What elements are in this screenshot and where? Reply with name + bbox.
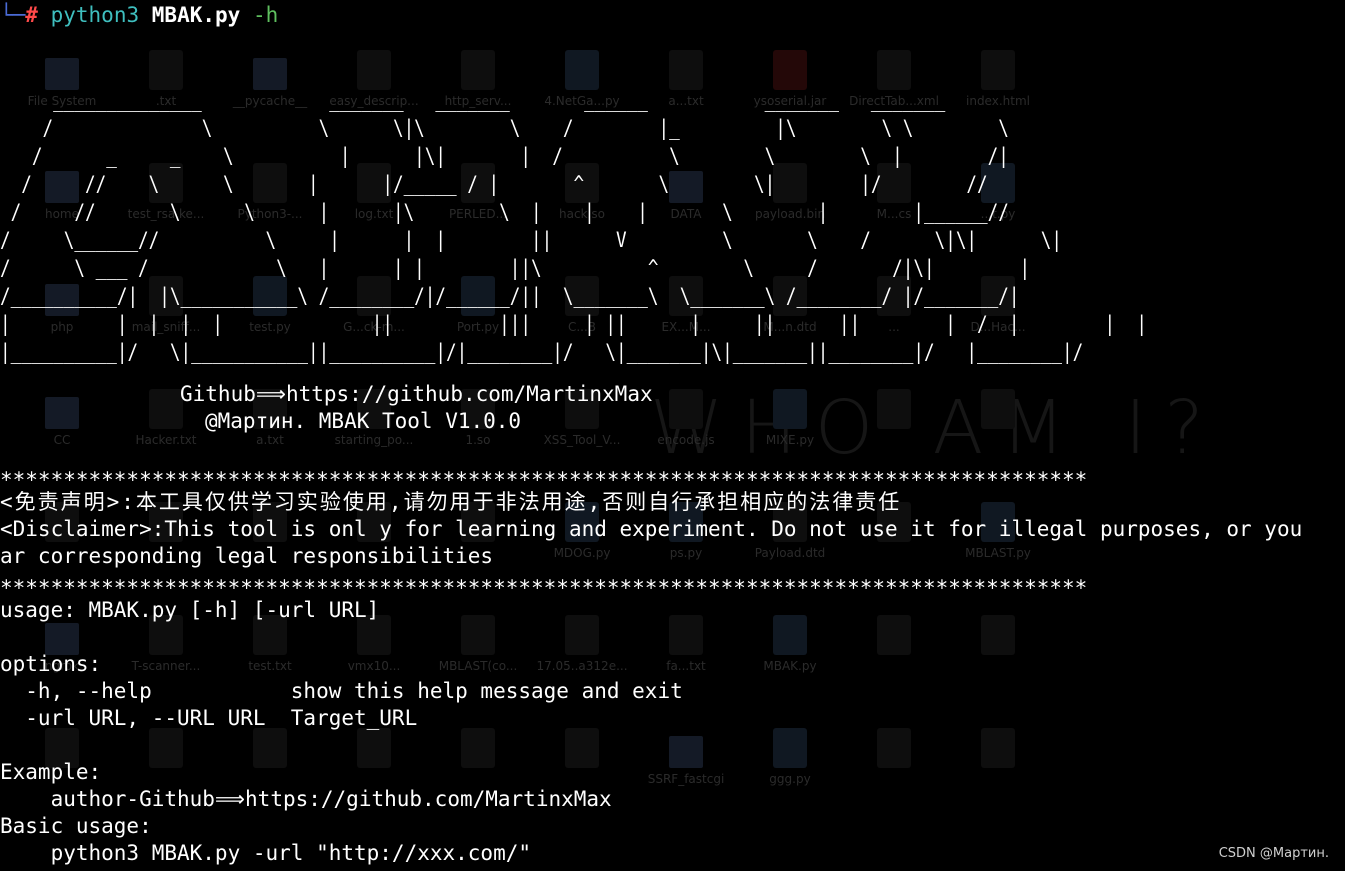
option-help: -h, --help show this help message and ex…	[0, 679, 683, 703]
options-header: options:	[0, 652, 102, 676]
ascii-art-banner: ______________ _______ _______ ______ __…	[0, 88, 1147, 364]
prompt-root-hash: #	[25, 3, 38, 27]
prompt-flag: -h	[252, 3, 279, 27]
prompt-corner: └─	[0, 3, 26, 27]
basic-usage-command: python3 MBAK.py -url "http://xxx.com/"	[0, 841, 532, 865]
terminal-window[interactable]: └─# python3 MBAK.py -h ______________ __…	[0, 0, 1345, 871]
github-link-line: Github⟹https://github.com/MartinxMax	[180, 382, 653, 406]
basic-usage-header: Basic usage:	[0, 814, 152, 838]
prompt-command: python3	[50, 3, 140, 27]
csdn-watermark: CSDN @Мартин.	[1218, 846, 1329, 861]
disclaimer-english-line-2: ar corresponding legal responsibilities	[0, 544, 494, 568]
command-prompt-line: └─# python3 MBAK.py -h	[0, 2, 278, 29]
option-url: -url URL, --URL URL Target_URL	[0, 706, 418, 730]
tool-version-line: @Мартин. MBAK Tool V1.0.0	[205, 409, 522, 433]
example-line: author-Github⟹https://github.com/Martinx…	[0, 787, 612, 811]
prompt-script-name: MBAK.py	[151, 3, 241, 27]
usage-line: usage: MBAK.py [-h] [-url URL]	[0, 598, 380, 622]
disclaimer-english-line-1: <Disclaimer>:This tool is onl y for lear…	[0, 517, 1303, 541]
disclaimer-chinese: <免责声明>:本工具仅供学习实验使用,请勿用于非法用途,否则自行承担相应的法律责…	[0, 490, 902, 514]
example-header: Example:	[0, 760, 102, 784]
